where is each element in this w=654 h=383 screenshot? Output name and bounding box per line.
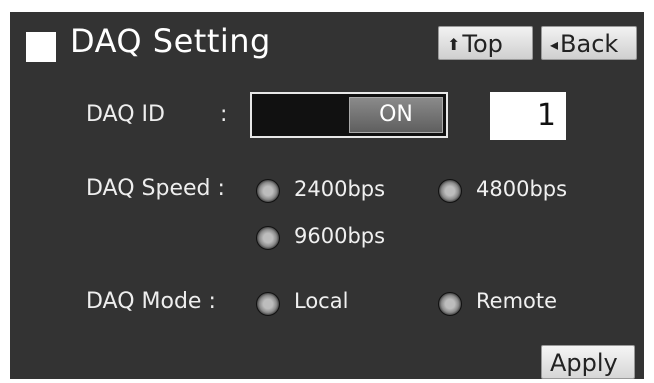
mode-remote-radio[interactable] [438,292,462,316]
toggle-knob: ON [349,97,443,133]
speed-4800-radio[interactable] [438,179,462,203]
back-button[interactable]: ◂Back [541,26,637,60]
up-arrow-icon: ⬆ [447,35,461,54]
mode-local-label: Local [294,289,349,313]
top-button[interactable]: ⬆Top [438,26,533,60]
apply-button[interactable]: Apply [541,345,635,379]
speed-2400-label: 2400bps [294,177,386,201]
daq-id-label: DAQ ID [86,102,165,127]
mode-local-radio[interactable] [256,292,280,316]
speed-9600-label: 9600bps [294,224,386,248]
top-button-label: Top [462,30,503,58]
page-title: DAQ Setting [70,22,271,60]
back-button-label: Back [560,30,619,58]
daq-mode-label: DAQ Mode : [86,289,216,314]
mode-remote-label: Remote [476,289,558,313]
daq-id-colon: : [220,102,228,127]
daq-setting-panel: DAQ Setting ⬆Top ◂Back DAQ ID : ON 1 DAQ… [10,12,644,379]
speed-9600-radio[interactable] [256,226,280,250]
daq-id-toggle[interactable]: ON [250,92,448,138]
left-triangle-icon: ◂ [550,35,559,54]
daq-id-value[interactable]: 1 [490,92,566,140]
daq-speed-label: DAQ Speed : [86,176,225,201]
speed-2400-radio[interactable] [256,179,280,203]
title-square-icon [26,32,56,62]
speed-4800-label: 4800bps [476,177,568,201]
